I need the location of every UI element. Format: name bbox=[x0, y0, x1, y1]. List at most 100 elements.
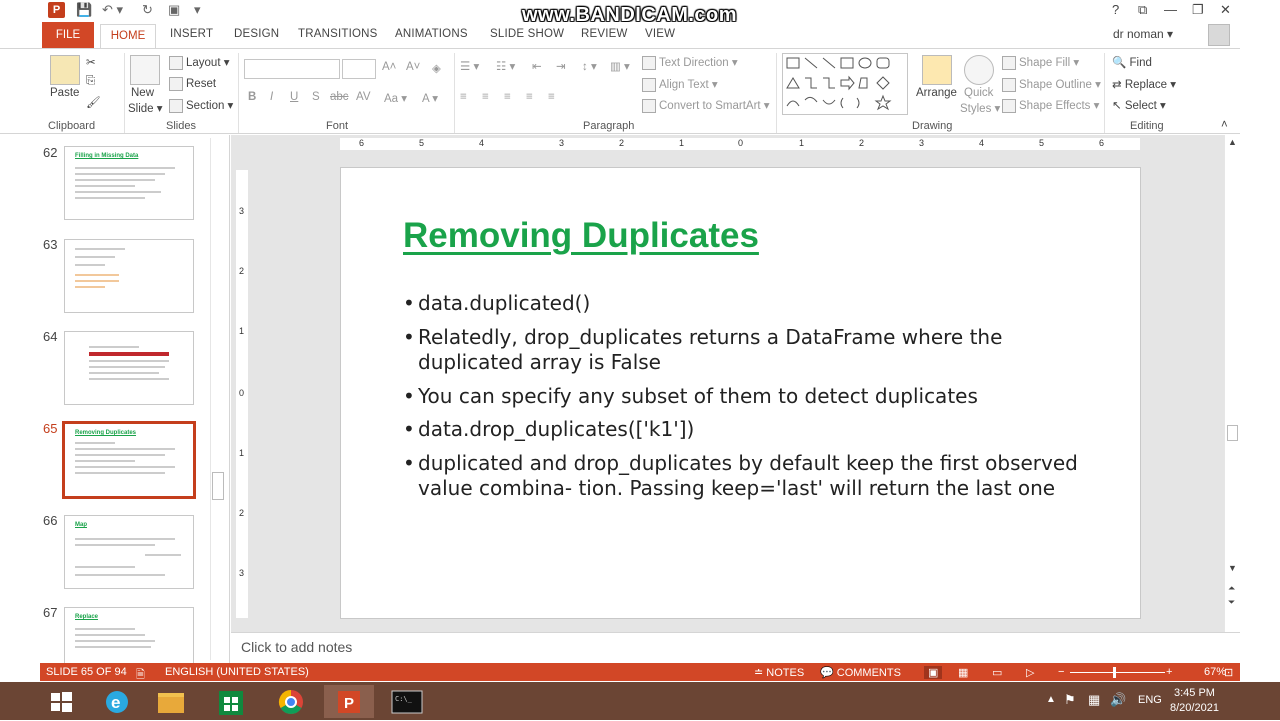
align-right-icon[interactable]: ≡ bbox=[504, 91, 511, 103]
reading-view-icon[interactable]: ▭ bbox=[992, 666, 1002, 679]
grow-font-button[interactable]: A˄ bbox=[382, 61, 396, 73]
decrease-indent-icon[interactable]: ⇤ bbox=[532, 59, 542, 73]
copy-icon[interactable]: ⎘ bbox=[86, 75, 95, 88]
replace-button[interactable]: ⇄ Replace ▾ bbox=[1112, 77, 1176, 91]
shrink-font-button[interactable]: A˅ bbox=[406, 61, 420, 73]
layout-button[interactable]: Layout ▾ bbox=[169, 55, 230, 70]
increase-indent-icon[interactable]: ⇥ bbox=[556, 59, 566, 73]
input-language-indicator[interactable]: ENG bbox=[1138, 694, 1162, 706]
change-case-button[interactable]: Aa ▾ bbox=[384, 91, 407, 105]
shape-outline-button[interactable]: Shape Outline ▾ bbox=[1002, 77, 1101, 92]
customize-quick-access-icon[interactable]: ▾ bbox=[194, 2, 201, 18]
tab-slide-show[interactable]: SLIDE SHOW bbox=[490, 28, 564, 40]
internet-explorer-button[interactable]: e bbox=[92, 685, 142, 718]
scroll-down-icon[interactable]: ▼ bbox=[1228, 563, 1237, 573]
undo-icon[interactable]: ↶ ▾ bbox=[102, 2, 123, 18]
slide-thumbnail-66[interactable]: Map bbox=[64, 515, 194, 589]
shape-effects-button[interactable]: Shape Effects ▾ bbox=[1002, 98, 1099, 113]
find-button[interactable]: 🔍 Find bbox=[1112, 55, 1152, 69]
tab-animations[interactable]: ANIMATIONS bbox=[395, 28, 468, 40]
redo-icon[interactable]: ↻ bbox=[142, 2, 153, 18]
bullets-icon[interactable]: ☰ ▾ bbox=[460, 59, 479, 73]
user-name[interactable]: dr noman ▾ bbox=[1113, 27, 1173, 41]
zoom-in-icon[interactable]: + bbox=[1166, 666, 1172, 678]
zoom-slider-thumb[interactable] bbox=[1113, 667, 1116, 678]
shapes-gallery[interactable] bbox=[782, 53, 908, 115]
notes-pane[interactable]: Click to add notes bbox=[231, 632, 1240, 663]
character-spacing-button[interactable]: AV bbox=[356, 91, 371, 103]
help-button[interactable]: ? bbox=[1112, 2, 1119, 17]
tab-view[interactable]: VIEW bbox=[645, 28, 675, 40]
user-avatar[interactable] bbox=[1208, 24, 1230, 46]
start-button[interactable] bbox=[36, 685, 86, 718]
align-text-button[interactable]: Align Text ▾ bbox=[642, 77, 718, 92]
quick-styles-icon[interactable] bbox=[964, 55, 994, 85]
normal-view-icon[interactable]: ▣ bbox=[924, 666, 943, 679]
ribbon-display-options-button[interactable]: ⧉ bbox=[1138, 2, 1147, 18]
select-button[interactable]: ↖ Select ▾ bbox=[1112, 98, 1166, 112]
slide-show-icon[interactable]: ▷ bbox=[1026, 666, 1034, 679]
store-button[interactable] bbox=[206, 685, 256, 718]
cut-icon[interactable]: ✂ bbox=[86, 55, 96, 69]
align-center-icon[interactable]: ≡ bbox=[482, 91, 489, 103]
language-indicator[interactable]: ENGLISH (UNITED STATES) bbox=[165, 666, 309, 678]
slide-sorter-icon[interactable]: ▦ bbox=[958, 666, 968, 679]
text-direction-button[interactable]: Text Direction ▾ bbox=[642, 55, 738, 70]
chrome-button[interactable] bbox=[266, 685, 316, 718]
slide-thumbnail-65[interactable]: Removing Duplicates bbox=[62, 421, 196, 499]
editor-scroll-thumb[interactable] bbox=[1227, 425, 1238, 441]
new-slide-dropdown[interactable]: Slide ▾ bbox=[128, 101, 163, 115]
line-spacing-icon[interactable]: ↕ ▾ bbox=[582, 59, 597, 73]
save-icon[interactable]: 💾 bbox=[76, 2, 92, 18]
reset-button[interactable]: Reset bbox=[169, 77, 216, 91]
font-color-button[interactable]: A ▾ bbox=[422, 91, 438, 105]
convert-smartart-button[interactable]: Convert to SmartArt ▾ bbox=[642, 98, 770, 113]
slide-thumbnail-64[interactable] bbox=[64, 331, 194, 405]
align-left-icon[interactable]: ≡ bbox=[460, 91, 467, 103]
clear-formatting-icon[interactable]: ◈ bbox=[432, 61, 441, 75]
paste-icon[interactable] bbox=[50, 55, 80, 85]
minimize-button[interactable]: — bbox=[1164, 2, 1177, 17]
thumbnails-scrollbar[interactable] bbox=[210, 138, 226, 660]
shape-fill-button[interactable]: Shape Fill ▾ bbox=[1002, 55, 1079, 70]
next-slide-icon[interactable]: ⏷ bbox=[1228, 597, 1235, 608]
distributed-icon[interactable]: ≡ bbox=[548, 91, 555, 103]
previous-slide-icon[interactable]: ⏶ bbox=[1228, 583, 1235, 594]
powerpoint-taskbar-button[interactable]: P bbox=[324, 685, 374, 718]
notes-button[interactable]: ≐ NOTES bbox=[754, 666, 804, 679]
arrange-button[interactable]: Arrange bbox=[916, 87, 957, 99]
current-slide[interactable]: Removing Duplicates • data.duplicated() •… bbox=[340, 167, 1141, 619]
font-size-combo[interactable] bbox=[342, 59, 376, 79]
slide-title[interactable]: Removing Duplicates bbox=[403, 216, 759, 256]
arrange-icon[interactable] bbox=[922, 55, 952, 85]
quick-styles-dropdown[interactable]: Styles ▾ bbox=[960, 101, 1000, 115]
columns-icon[interactable]: ▥ ▾ bbox=[610, 59, 630, 73]
strikethrough-button[interactable]: abc bbox=[330, 91, 349, 103]
fit-slide-icon[interactable]: ⊡ bbox=[1224, 666, 1233, 679]
restore-button[interactable]: ❐ bbox=[1192, 2, 1204, 18]
editor-scrollbar[interactable]: ▲ ▼ ⏶ ⏷ bbox=[1224, 135, 1240, 632]
bold-button[interactable]: B bbox=[248, 91, 256, 103]
quick-styles-button[interactable]: Quick bbox=[964, 87, 993, 99]
comments-button[interactable]: 💬 COMMENTS bbox=[820, 666, 901, 679]
slide-thumbnail-62[interactable]: Filling in Missing Data bbox=[64, 146, 194, 220]
thumbnails-scroll-thumb[interactable] bbox=[212, 472, 224, 500]
text-shadow-button[interactable]: S bbox=[312, 91, 320, 103]
numbering-icon[interactable]: ☷ ▾ bbox=[496, 59, 515, 73]
tab-home[interactable]: HOME bbox=[100, 24, 156, 48]
justify-icon[interactable]: ≡ bbox=[526, 91, 533, 103]
scroll-up-icon[interactable]: ▲ bbox=[1228, 137, 1237, 147]
close-button[interactable]: ✕ bbox=[1220, 2, 1231, 18]
underline-button[interactable]: U bbox=[290, 91, 298, 103]
collapse-ribbon-icon[interactable]: ˄ bbox=[1221, 119, 1228, 131]
section-button[interactable]: Section ▾ bbox=[169, 98, 233, 113]
file-explorer-button[interactable] bbox=[146, 685, 196, 718]
new-slide-button[interactable]: New bbox=[131, 87, 154, 99]
format-painter-icon[interactable]: 🖌 bbox=[86, 95, 101, 109]
tab-file[interactable]: FILE bbox=[42, 22, 94, 48]
tab-review[interactable]: REVIEW bbox=[581, 28, 628, 40]
paste-button[interactable]: Paste bbox=[50, 87, 79, 99]
tab-design[interactable]: DESIGN bbox=[234, 28, 279, 40]
zoom-out-icon[interactable]: − bbox=[1058, 666, 1064, 678]
new-slide-icon[interactable] bbox=[130, 55, 160, 85]
